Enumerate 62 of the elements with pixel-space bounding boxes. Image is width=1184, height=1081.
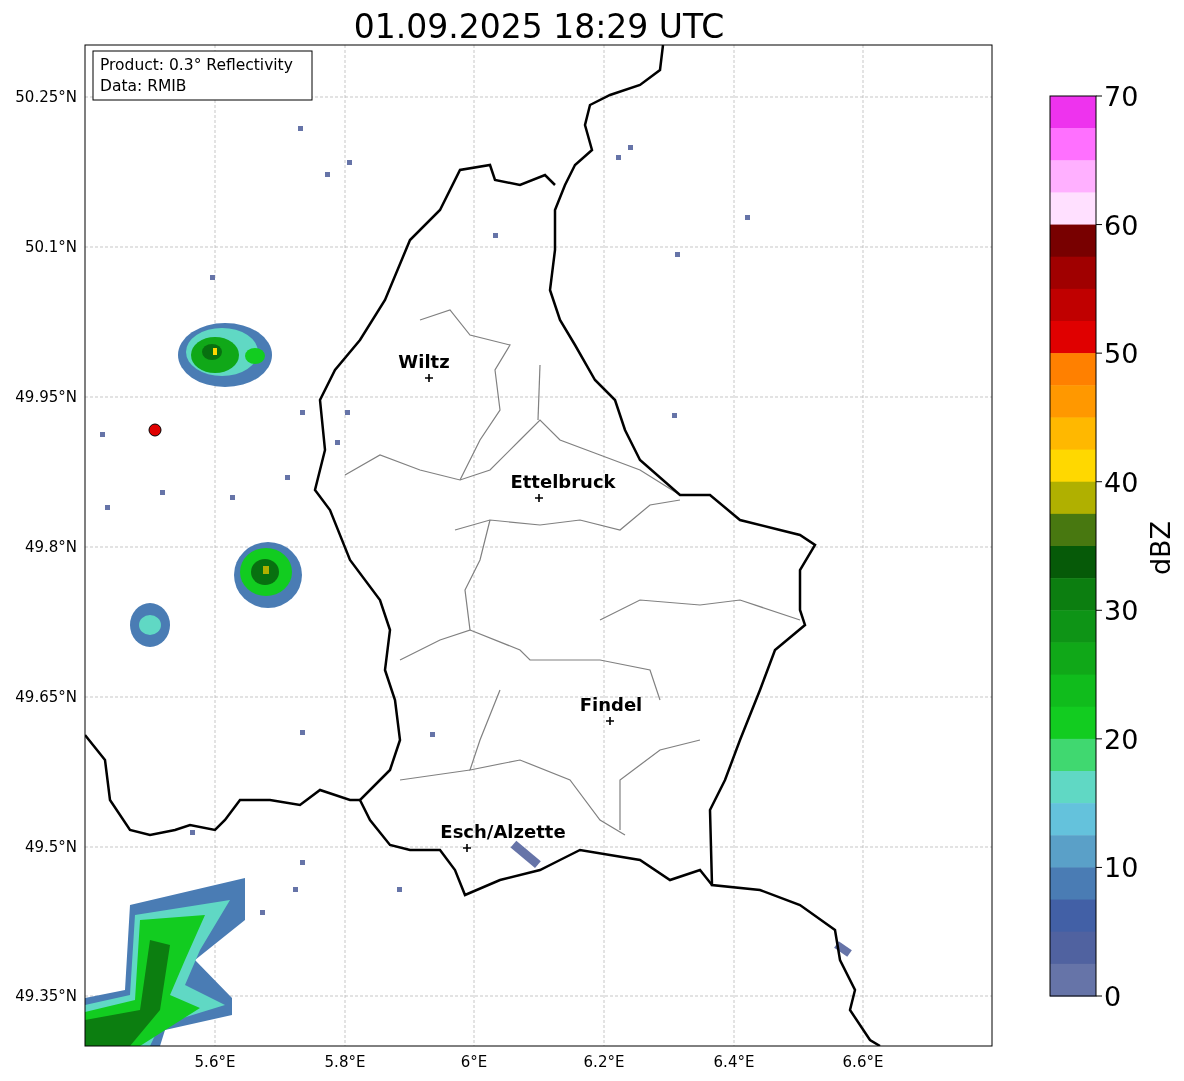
latitude-label: 49.5°N — [24, 838, 77, 856]
latitude-label: 49.65°N — [15, 688, 77, 706]
radar-echo — [130, 603, 170, 647]
radar-echo — [628, 145, 633, 150]
radar-echo — [834, 941, 852, 957]
city-marker — [534, 493, 544, 503]
radar-echo — [190, 830, 195, 835]
radar-echo — [397, 887, 402, 892]
radar-echo — [285, 475, 290, 480]
latitude-label: 49.35°N — [15, 987, 77, 1005]
radar-echo — [230, 495, 235, 500]
colorbar-tick-label: 30 — [1104, 595, 1139, 627]
info-text: Product: 0.3° Reflectivity — [100, 56, 293, 74]
radar-echo — [160, 490, 165, 495]
radar-echo — [300, 410, 305, 415]
latitude-label: 49.95°N — [15, 388, 77, 406]
latitude-label: 50.25°N — [15, 88, 77, 106]
radar-echo — [325, 172, 330, 177]
longitude-label: 5.8°E — [324, 1053, 366, 1071]
longitude-label: 5.6°E — [194, 1053, 236, 1071]
colorbar-tick-label: 60 — [1104, 209, 1139, 241]
colorbar-tick-label: 20 — [1104, 723, 1139, 755]
radar-echo — [347, 160, 352, 165]
radar-site-marker — [148, 423, 162, 437]
colorbar-tick-label: 70 — [1104, 81, 1139, 112]
radar-echo — [234, 542, 302, 608]
radar-echo — [300, 860, 305, 865]
radar-echo — [100, 432, 105, 437]
longitude-label: 6.2°E — [583, 1053, 625, 1071]
colorbar-tick-label: 50 — [1104, 338, 1139, 370]
radar-echo — [210, 275, 215, 280]
radar-echo — [105, 505, 110, 510]
radar-echo — [298, 126, 303, 131]
radar-echo — [675, 252, 680, 257]
radar-echo — [672, 413, 677, 418]
radar-echo — [493, 233, 498, 238]
colorbar-tick-label: 10 — [1104, 852, 1139, 884]
city-label: Esch/Alzette — [440, 821, 566, 842]
radar-echo — [260, 910, 265, 915]
longitude-label: 6°E — [460, 1053, 488, 1071]
radar-echo — [745, 215, 750, 220]
info-text: Data: RMIB — [100, 77, 187, 95]
chart-title: 01.09.2025 18:29 UTC — [353, 7, 725, 46]
city-label: Wiltz — [398, 351, 450, 372]
colorbar-tick-label: 40 — [1104, 466, 1139, 498]
radar-echo — [293, 887, 298, 892]
colorbar-tick-label: 0 — [1104, 981, 1122, 1012]
city-marker — [424, 373, 434, 383]
radar-echo — [345, 410, 350, 415]
city-marker — [605, 716, 615, 726]
city-marker — [462, 843, 472, 853]
city-label: Ettelbruck — [510, 471, 616, 492]
latitude-label: 50.1°N — [24, 238, 77, 256]
longitude-label: 6.6°E — [842, 1053, 884, 1071]
longitude-label: 6.4°E — [713, 1053, 755, 1071]
radar-echo — [335, 440, 340, 445]
radar-echo — [300, 730, 305, 735]
radar-echo — [616, 155, 621, 160]
radar-echo — [430, 732, 435, 737]
city-label: Findel — [579, 694, 643, 715]
colorbar-label: dBZ — [1145, 520, 1176, 576]
latitude-label: 49.8°N — [24, 538, 77, 556]
